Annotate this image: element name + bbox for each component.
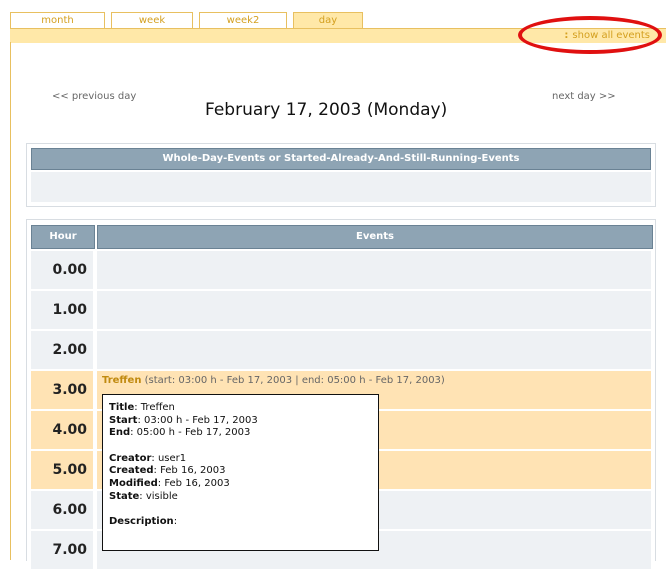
tooltip-end-line: End: 05:00 h - Feb 17, 2003 bbox=[109, 427, 372, 440]
tooltip-end-label: End bbox=[109, 427, 131, 439]
tooltip-state-line: State: visible bbox=[109, 491, 372, 504]
tooltip-created-label: Created bbox=[109, 465, 154, 477]
tooltip-description-value: : bbox=[173, 516, 178, 528]
event-time-range: (start: 03:00 h - Feb 17, 2003 | end: 05… bbox=[141, 375, 445, 386]
tooltip-end-value: : 05:00 h - Feb 17, 2003 bbox=[130, 427, 251, 439]
event-cell[interactable] bbox=[97, 251, 651, 289]
tooltip-modified-line: Modified: Feb 16, 2003 bbox=[109, 478, 372, 491]
tooltip-created-line: Created: Feb 16, 2003 bbox=[109, 465, 372, 478]
event-cell[interactable] bbox=[97, 331, 651, 369]
tooltip-title-line: Title: Treffen bbox=[109, 402, 372, 415]
hour-cell: 7.00 bbox=[31, 531, 93, 569]
hour-cell: 2.00 bbox=[31, 331, 93, 369]
previous-day-link[interactable]: << previous day bbox=[52, 91, 142, 102]
tooltip-creator-label: Creator bbox=[109, 452, 152, 464]
tab-week2[interactable]: week2 bbox=[199, 12, 287, 29]
event-cell[interactable] bbox=[97, 291, 651, 329]
tooltip-created-value: : Feb 16, 2003 bbox=[153, 465, 226, 477]
event-entry: Treffen (start: 03:00 h - Feb 17, 2003 |… bbox=[102, 375, 445, 386]
tab-week[interactable]: week bbox=[111, 12, 193, 29]
tooltip-modified-label: Modified bbox=[109, 477, 158, 489]
tooltip-description-label: Description bbox=[109, 516, 174, 528]
event-tooltip: Title: Treffen Start: 03:00 h - Feb 17, … bbox=[102, 394, 379, 551]
whole-day-events-panel: Whole-Day-Events or Started-Already-And-… bbox=[26, 143, 656, 207]
tooltip-title-label: Title bbox=[109, 402, 135, 413]
events-column-header: Events bbox=[97, 225, 653, 249]
tooltip-state-label: State bbox=[109, 490, 140, 502]
tooltip-start-label: Start bbox=[109, 414, 138, 426]
tooltip-description-line: Description: bbox=[109, 516, 372, 529]
tooltip-start-value: : 03:00 h - Feb 17, 2003 bbox=[137, 414, 258, 426]
page-title: February 17, 2003 (Monday) bbox=[205, 100, 448, 120]
tooltip-modified-value: : Feb 16, 2003 bbox=[157, 477, 230, 489]
whole-day-events-body bbox=[31, 172, 651, 202]
tooltip-creator-line: Creator: user1 bbox=[109, 453, 372, 466]
hour-cell: 5.00 bbox=[31, 451, 93, 489]
tooltip-creator-value: : user1 bbox=[151, 452, 187, 464]
hour-column-header: Hour bbox=[31, 225, 95, 249]
hour-cell: 3.00 bbox=[31, 371, 93, 409]
next-day-link[interactable]: next day >> bbox=[552, 91, 616, 102]
tooltip-title-value: : Treffen bbox=[134, 402, 175, 413]
whole-day-events-header: Whole-Day-Events or Started-Already-And-… bbox=[31, 148, 651, 170]
event-title-link[interactable]: Treffen bbox=[102, 375, 141, 386]
tooltip-start-line: Start: 03:00 h - Feb 17, 2003 bbox=[109, 415, 372, 428]
hour-cell: 6.00 bbox=[31, 491, 93, 529]
tab-month[interactable]: month bbox=[10, 12, 105, 29]
hour-cell: 0.00 bbox=[31, 251, 93, 289]
tooltip-state-value: : visible bbox=[139, 490, 178, 502]
hour-cell: 4.00 bbox=[31, 411, 93, 449]
hour-cell: 1.00 bbox=[31, 291, 93, 329]
